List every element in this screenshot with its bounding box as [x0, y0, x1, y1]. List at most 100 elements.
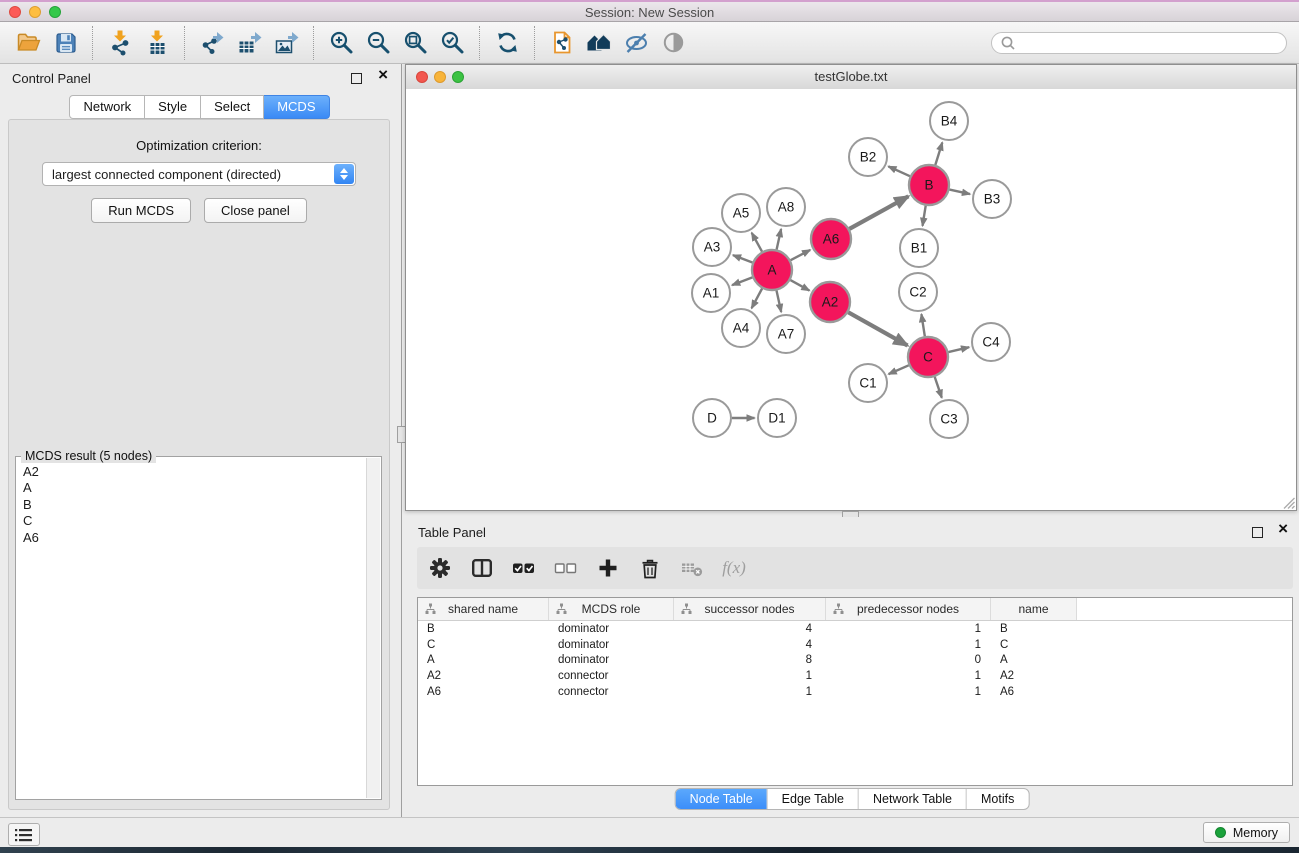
show-panels-button[interactable] — [8, 823, 40, 846]
graph-edge-A-A8[interactable] — [777, 229, 782, 250]
graph-edge-B-B1[interactable] — [923, 206, 926, 226]
refresh-button[interactable] — [489, 25, 526, 61]
graph-node-D[interactable]: D — [693, 399, 731, 437]
graph-edge-B-B4[interactable] — [935, 143, 942, 166]
table-cell[interactable]: B — [991, 621, 1077, 637]
tab-mcds[interactable]: MCDS — [264, 95, 329, 119]
zoom-selected-button[interactable] — [434, 25, 471, 61]
graph-edge-A6-B[interactable] — [849, 196, 908, 229]
open-session-button[interactable] — [10, 25, 47, 61]
import-network-button[interactable] — [102, 25, 139, 61]
graph-edge-A-A5[interactable] — [752, 233, 762, 252]
mcds-result-item[interactable]: A2 — [23, 464, 360, 480]
tab-network-table[interactable]: Network Table — [858, 789, 966, 809]
graph-node-A8[interactable]: A8 — [767, 188, 805, 226]
graph-edge-A-A6[interactable] — [791, 250, 811, 260]
graph-node-A1[interactable]: A1 — [692, 274, 730, 312]
table-cell[interactable]: 1 — [826, 684, 991, 700]
graph-edge-A-A3[interactable] — [733, 255, 752, 262]
graph-node-A6[interactable]: A6 — [811, 219, 851, 259]
zoom-fit-button[interactable] — [397, 25, 434, 61]
mcds-result-item[interactable]: C — [23, 513, 360, 529]
graph-node-D1[interactable]: D1 — [758, 399, 796, 437]
export-network-button[interactable] — [194, 25, 231, 61]
table-cell[interactable]: C — [991, 637, 1077, 653]
table-cell[interactable]: C — [418, 637, 549, 653]
graph-node-B4[interactable]: B4 — [930, 102, 968, 140]
graph-node-A3[interactable]: A3 — [693, 228, 731, 266]
graph-edge-A-A2[interactable] — [790, 280, 809, 291]
memory-button[interactable]: Memory — [1203, 822, 1290, 843]
delete-rows-button[interactable] — [637, 555, 663, 581]
mcds-result-item[interactable]: A6 — [23, 530, 360, 546]
table-cell[interactable]: 4 — [674, 621, 826, 637]
table-row[interactable]: A2connector11A2 — [418, 668, 1292, 684]
table-cell[interactable]: 8 — [674, 652, 826, 668]
table-cell[interactable]: connector — [549, 684, 674, 700]
table-cell[interactable]: 1 — [826, 637, 991, 653]
graph-node-A4[interactable]: A4 — [722, 309, 760, 347]
column-visibility-button[interactable] — [469, 555, 495, 581]
tab-style[interactable]: Style — [145, 95, 201, 119]
hide-graphics-details-button[interactable] — [618, 25, 655, 61]
table-cell[interactable]: A6 — [991, 684, 1077, 700]
table-cell[interactable]: 1 — [826, 621, 991, 637]
save-session-button[interactable] — [47, 25, 84, 61]
graph-edge-C-C4[interactable] — [948, 347, 969, 352]
graph-node-C[interactable]: C — [908, 337, 948, 377]
graph-node-B1[interactable]: B1 — [900, 229, 938, 267]
deselect-all-rows-button[interactable] — [553, 555, 579, 581]
graph-node-B2[interactable]: B2 — [849, 138, 887, 176]
graph-node-A5[interactable]: A5 — [722, 194, 760, 232]
graph-node-C1[interactable]: C1 — [849, 364, 887, 402]
column-header-name[interactable]: name — [991, 598, 1077, 620]
graph-edge-A-A4[interactable] — [752, 289, 763, 309]
table-cell[interactable]: 1 — [674, 684, 826, 700]
close-panel-button[interactable]: Close panel — [204, 198, 307, 223]
show-graphics-details-button[interactable] — [655, 25, 692, 61]
import-table-button[interactable] — [139, 25, 176, 61]
graph-edge-C-C3[interactable] — [935, 377, 942, 398]
graph-node-C3[interactable]: C3 — [930, 400, 968, 438]
add-row-button[interactable] — [595, 555, 621, 581]
run-mcds-button[interactable]: Run MCDS — [91, 198, 191, 223]
graph-node-A2[interactable]: A2 — [810, 282, 850, 322]
export-image-button[interactable] — [268, 25, 305, 61]
table-cell[interactable]: A — [991, 652, 1077, 668]
table-cell[interactable]: 0 — [826, 652, 991, 668]
column-header-mcds-role[interactable]: MCDS role — [549, 598, 674, 620]
network-canvas[interactable]: B4B2BB3A8A5A6A3B1AC2A1A2A4A7C4CC1C3DD1 — [406, 89, 1296, 510]
graph-node-B[interactable]: B — [909, 165, 949, 205]
graph-edge-A2-C[interactable] — [848, 312, 907, 345]
criterion-dropdown[interactable]: largest connected component (directed) — [42, 162, 356, 186]
resize-grip-icon[interactable] — [1282, 496, 1295, 509]
table-cell[interactable]: 4 — [674, 637, 826, 653]
table-row[interactable]: Adominator80A — [418, 652, 1292, 668]
result-scrollbar[interactable] — [366, 458, 380, 798]
graph-node-C2[interactable]: C2 — [899, 273, 937, 311]
graph-edge-B-B2[interactable] — [888, 166, 910, 176]
table-cell[interactable]: A2 — [991, 668, 1077, 684]
table-cell[interactable]: A — [418, 652, 549, 668]
mcds-result-item[interactable]: A — [23, 480, 360, 496]
table-cell[interactable]: A6 — [418, 684, 549, 700]
close-panel-icon[interactable]: × — [378, 65, 388, 85]
table-row[interactable]: Bdominator41B — [418, 621, 1292, 637]
tab-motifs[interactable]: Motifs — [966, 789, 1028, 809]
column-header-successor-nodes[interactable]: successor nodes — [674, 598, 826, 620]
function-builder-button[interactable]: f(x) — [721, 555, 747, 581]
column-header-predecessor-nodes[interactable]: predecessor nodes — [826, 598, 991, 620]
graph-edge-A-A1[interactable] — [732, 277, 752, 285]
float-table-panel-icon[interactable] — [1252, 527, 1263, 538]
table-cell[interactable]: 1 — [826, 668, 991, 684]
search-box[interactable] — [991, 32, 1287, 54]
app-titlebar[interactable]: Session: New Session — [0, 0, 1299, 22]
search-input[interactable] — [1020, 35, 1278, 51]
graph-edge-C-C2[interactable] — [921, 314, 924, 336]
graph-node-C4[interactable]: C4 — [972, 323, 1010, 361]
home-button[interactable] — [581, 25, 618, 61]
column-header-shared-name[interactable]: shared name — [418, 598, 549, 620]
zoom-in-button[interactable] — [323, 25, 360, 61]
table-cell[interactable]: connector — [549, 668, 674, 684]
tab-select[interactable]: Select — [201, 95, 264, 119]
